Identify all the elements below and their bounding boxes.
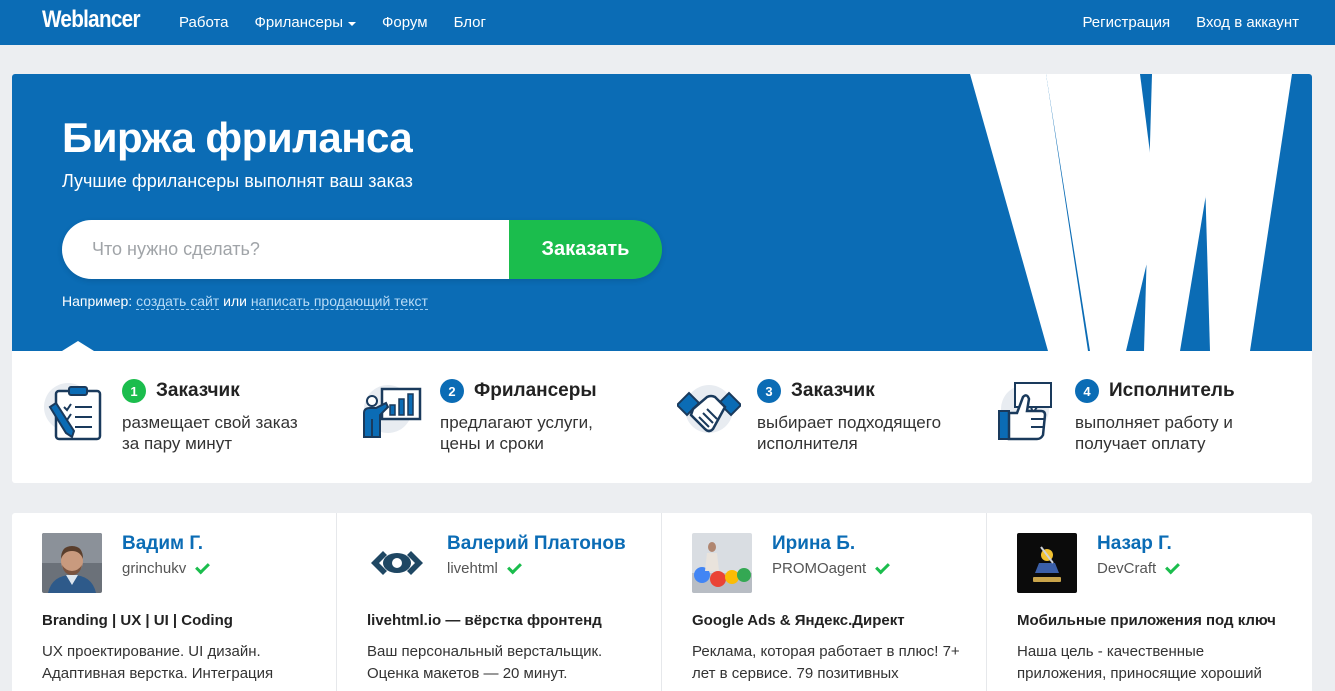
freelancer-name[interactable]: Вадим Г. — [122, 533, 203, 555]
logo[interactable]: Weblancer — [42, 6, 141, 34]
step-3-heading: 3 Заказчик — [757, 379, 875, 403]
freelancer-specialty: Google Ads & Яндекс.Директ — [692, 612, 905, 629]
caret-down-icon — [347, 21, 356, 26]
avatar[interactable] — [367, 533, 427, 593]
freelancer-login: livehtml — [447, 559, 522, 577]
login-text: PROMOagent — [772, 560, 867, 577]
avatar-photo — [42, 533, 102, 593]
example-or: или — [223, 293, 247, 309]
freelancer-specialty: Branding | UX | UI | Coding — [42, 612, 233, 629]
presentation-chart-icon — [363, 385, 422, 438]
avatar[interactable] — [42, 533, 102, 593]
hero-banner: Биржа фриланса Лучшие фрилансеры выполня… — [12, 74, 1312, 351]
register-link[interactable]: Регистрация — [1082, 14, 1170, 31]
thumbs-up-icon — [998, 382, 1052, 441]
example-hint: Например: создать сайт или написать прод… — [62, 293, 428, 310]
nav-account: Регистрация Вход в аккаунт — [1056, 0, 1299, 45]
handshake-icon — [677, 385, 741, 433]
step-description: выполняет работу и получает оплату — [1075, 413, 1233, 453]
freelancer-description: Ваш персональный верстальщик. Оценка мак… — [367, 643, 603, 682]
how-it-works-steps: 1 Заказчик размещает свой заказ за пару … — [12, 351, 1312, 483]
step-3: 3 Заказчик выбирает подходящего исполнит… — [677, 351, 977, 483]
step-4: 4 Исполнитель выполняет работу и получае… — [995, 351, 1295, 483]
nav-link-freelancers[interactable]: Фрилансеры — [255, 14, 356, 31]
freelancer-name[interactable]: Ирина Б. — [772, 533, 855, 555]
step-4-heading: 4 Исполнитель — [1075, 379, 1235, 403]
login-text: DevCraft — [1097, 560, 1157, 577]
nav-link-forum[interactable]: Форум — [382, 14, 428, 31]
freelancer-card: Вадим Г. grinchukv Branding | UX | UI | … — [12, 513, 337, 691]
hero-card: Биржа фриланса Лучшие фрилансеры выполня… — [12, 74, 1312, 483]
step-number-badge: 3 — [757, 379, 781, 403]
hero-subtitle: Лучшие фрилансеры выполнят ваш заказ — [62, 171, 413, 191]
w-logo-graphic — [970, 74, 1292, 351]
step-number-badge: 4 — [1075, 379, 1099, 403]
freelancer-card: Валерий Платонов livehtml livehtml.io — … — [337, 513, 662, 691]
avatar-photo — [692, 533, 752, 593]
verified-check-icon — [1165, 559, 1181, 575]
step-title: Заказчик — [791, 380, 875, 401]
step-2-heading: 2 Фрилансеры — [440, 379, 597, 403]
nav-link-jobs[interactable]: Работа — [179, 14, 229, 31]
top-navbar: Weblancer Работа Фрилансеры Форум Блог Р… — [0, 0, 1335, 45]
clipboard-pen-icon — [44, 383, 102, 441]
freelancer-card: Ирина Б. PROMOagent Google Ads & Яндекс.… — [662, 513, 987, 691]
freelancer-name[interactable]: Назар Г. — [1097, 533, 1172, 555]
step-description: предлагают услуги, цены и сроки — [440, 413, 593, 453]
freelancer-login: grinchukv — [122, 559, 211, 577]
freelancer-description: UX проектирование. UI дизайн. Адаптивная… — [42, 643, 274, 682]
freelancer-login: DevCraft — [1097, 559, 1181, 577]
nav-link-blog[interactable]: Блог — [454, 14, 486, 31]
step-title: Заказчик — [156, 380, 240, 401]
nav-links: Работа Фрилансеры Форум Блог — [179, 0, 512, 45]
hero-title: Биржа фриланса — [62, 114, 413, 161]
hero-notch — [62, 341, 94, 351]
step-1-heading: 1 Заказчик — [122, 379, 240, 403]
avatar[interactable] — [1017, 533, 1077, 593]
devcraft-logo-icon — [1017, 533, 1077, 593]
example-link-create-site[interactable]: создать сайт — [136, 293, 220, 310]
verified-check-icon — [506, 559, 522, 575]
freelancer-card: Назар Г. DevCraft Мобильные приложения п… — [987, 513, 1312, 691]
code-eye-logo-icon — [367, 533, 427, 593]
step-description: выбирает подходящего исполнителя — [757, 413, 942, 453]
step-number-badge: 2 — [440, 379, 464, 403]
example-link-selling-text[interactable]: написать продающий текст — [250, 293, 428, 310]
order-button[interactable]: Заказать — [509, 220, 662, 279]
freelancer-description: Наша цель - качественные приложения, при… — [1017, 643, 1262, 682]
example-prefix: Например: — [62, 293, 133, 309]
freelancer-description: Реклама, которая работает в плюс! 7+ лет… — [692, 643, 960, 682]
step-number-badge: 1 — [122, 379, 146, 403]
login-link[interactable]: Вход в аккаунт — [1196, 14, 1299, 31]
freelancer-specialty: Мобильные приложения под ключ — [1017, 612, 1276, 629]
task-search-input[interactable] — [62, 220, 509, 279]
verified-check-icon — [875, 559, 891, 575]
verified-check-icon — [195, 559, 211, 575]
avatar[interactable] — [692, 533, 752, 593]
step-description: размещает свой заказ за пару минут — [122, 413, 298, 453]
freelancer-name[interactable]: Валерий Платонов — [447, 533, 626, 555]
step-2: 2 Фрилансеры предлагают услуги, цены и с… — [360, 351, 660, 483]
login-text: livehtml — [447, 560, 498, 577]
step-title: Фрилансеры — [474, 380, 597, 401]
login-text: grinchukv — [122, 560, 187, 577]
freelancer-specialty: livehtml.io — вёрстка фронтенд — [367, 612, 602, 629]
step-1: 1 Заказчик размещает свой заказ за пару … — [42, 351, 342, 483]
order-search-form: Заказать — [62, 220, 662, 279]
freelancer-login: PROMOagent — [772, 559, 891, 577]
freelancer-cards: Вадим Г. grinchukv Branding | UX | UI | … — [12, 513, 1312, 691]
nav-link-freelancers-label: Фрилансеры — [254, 14, 343, 31]
step-title: Исполнитель — [1109, 380, 1235, 401]
